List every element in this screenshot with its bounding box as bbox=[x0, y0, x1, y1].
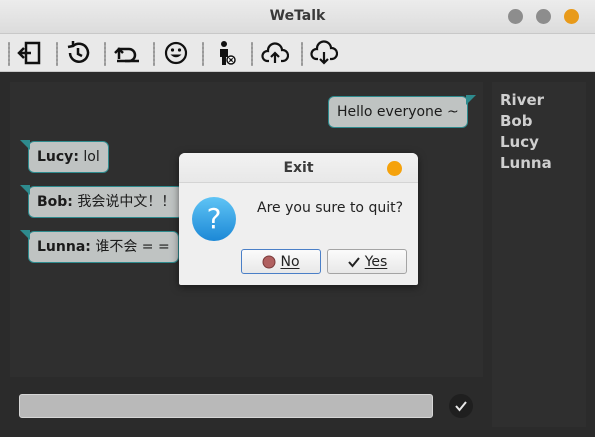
yes-button-label: Yes bbox=[364, 253, 388, 270]
toolbar bbox=[0, 34, 595, 72]
message-bubble: Hello everyone ~ bbox=[328, 95, 476, 128]
minimize-button[interactable] bbox=[508, 9, 523, 24]
window-title: WeTalk bbox=[269, 8, 326, 24]
yes-button[interactable]: Yes bbox=[327, 249, 407, 274]
user-item[interactable]: Bob bbox=[492, 111, 552, 132]
cancel-icon bbox=[262, 255, 276, 268]
message-bubble: Bob: 我会说中文！！ bbox=[19, 185, 185, 218]
message-sender: Lunna: bbox=[37, 239, 91, 255]
upload-cloud-icon[interactable] bbox=[261, 39, 290, 67]
dialog-title: Exit bbox=[179, 153, 418, 183]
emoji-icon[interactable] bbox=[162, 39, 190, 67]
dialog-message: Are you sure to quit? bbox=[257, 200, 404, 216]
message-text: lol bbox=[78, 149, 100, 165]
svg-text:?: ? bbox=[207, 202, 222, 235]
message-bubble: Lunna: 谁不会 = = bbox=[20, 230, 179, 263]
send-button[interactable] bbox=[449, 394, 473, 418]
dialog-close-button[interactable] bbox=[387, 161, 402, 176]
message-text: 我会说中文！！ bbox=[72, 194, 176, 210]
close-button[interactable] bbox=[564, 9, 579, 24]
checkmark-icon bbox=[455, 401, 467, 412]
message-sender: Bob: bbox=[37, 194, 73, 210]
maximize-button[interactable] bbox=[536, 9, 551, 24]
user-item[interactable]: River bbox=[492, 90, 552, 111]
message-sender: Lucy: bbox=[37, 149, 79, 165]
question-icon: ? bbox=[192, 197, 236, 241]
message-text: Hello everyone ~ bbox=[337, 104, 459, 120]
message-input[interactable] bbox=[19, 394, 433, 418]
no-button[interactable]: No bbox=[241, 249, 321, 274]
history-icon[interactable] bbox=[64, 39, 92, 67]
user-item[interactable]: Lunna bbox=[492, 153, 552, 174]
exit-dialog: Exit ? Are you sure to quit? No Yes bbox=[179, 153, 418, 285]
download-cloud-icon[interactable] bbox=[310, 39, 339, 67]
message-text: 谁不会 = = bbox=[90, 239, 170, 255]
user-item[interactable]: Lucy bbox=[492, 132, 552, 153]
title-bar: WeTalk bbox=[0, 0, 595, 34]
user-remove-icon[interactable] bbox=[212, 39, 240, 67]
message-bubble: Lucy: lol bbox=[20, 140, 109, 173]
undo-icon[interactable] bbox=[113, 39, 141, 67]
online-users-panel: River Bob Lucy Lunna bbox=[492, 82, 586, 427]
checkmark-icon bbox=[347, 256, 360, 268]
logout-icon[interactable] bbox=[16, 39, 44, 67]
no-button-label: No bbox=[280, 253, 300, 270]
